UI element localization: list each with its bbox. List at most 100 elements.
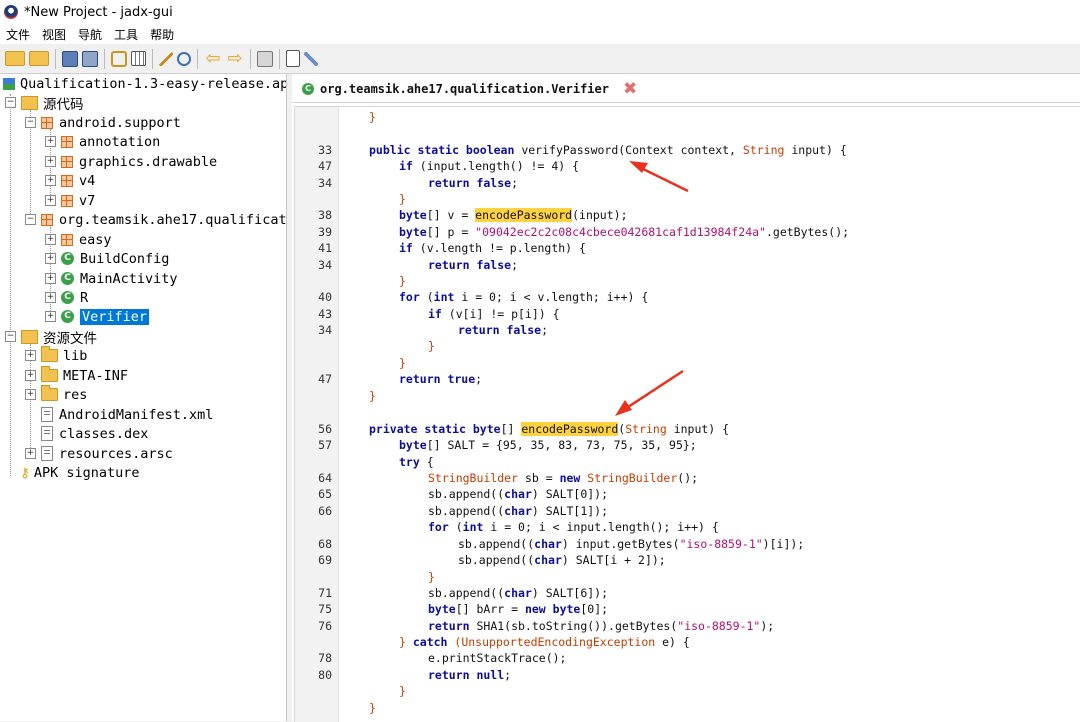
collapse-icon[interactable]: − xyxy=(25,117,36,128)
line-number: 66 xyxy=(318,504,332,518)
line-number: 71 xyxy=(318,586,332,600)
code-token: } xyxy=(369,389,376,403)
expand-icon[interactable]: + xyxy=(25,350,36,361)
tree-package-easy[interactable]: + easy xyxy=(45,230,112,249)
code-token: e) { xyxy=(655,635,690,649)
code-token: return null xyxy=(428,668,505,682)
code-editor[interactable]: 33 47 34 38 39 41 34 40 43 34 47 56 57 6… xyxy=(294,106,1080,722)
tree-file-resources-arsc[interactable]: + resources.arsc xyxy=(25,444,173,463)
tree-package-org-teamsik[interactable]: − org.teamsik.ahe17.qualification xyxy=(25,210,286,229)
tree-package-annotation[interactable]: + annotation xyxy=(45,132,160,151)
folder-label: META-INF xyxy=(63,367,129,384)
expand-icon[interactable]: + xyxy=(45,156,56,167)
code-line: } catch (UnsupportedEncodingException e)… xyxy=(399,634,690,650)
resources-label: 资源文件 xyxy=(43,330,97,347)
code-token: ) SALT[1]); xyxy=(531,504,609,518)
code-token: } xyxy=(399,635,413,649)
tree-package-v7[interactable]: + v7 xyxy=(45,191,95,210)
menu-navigation[interactable]: 导航 xyxy=(78,26,102,43)
code-line: for (int i = 0; i < v.length; i++) { xyxy=(399,289,648,305)
code-line: sb.append((char) SALT[0]); xyxy=(428,486,608,502)
expand-icon[interactable]: + xyxy=(45,273,56,284)
tree-class-buildconfig[interactable]: + C BuildConfig xyxy=(45,249,169,268)
text-search-icon[interactable] xyxy=(159,51,173,66)
code-token: catch xyxy=(412,635,455,649)
apk-signature-label: APK signature xyxy=(33,464,140,481)
tree-root-apk[interactable]: Qualification-1.3-easy-release.apk xyxy=(3,74,286,93)
line-number: 57 xyxy=(318,438,332,452)
code-token: i = 0; i < v.length; i++) { xyxy=(454,290,649,304)
tree-package-graphics-drawable[interactable]: + graphics.drawable xyxy=(45,152,217,171)
class-label: BuildConfig xyxy=(80,250,170,267)
expand-icon[interactable]: + xyxy=(45,195,56,206)
line-number: 76 xyxy=(318,619,332,633)
highlighted-token: encodePassword xyxy=(475,208,573,222)
tree-folder-meta-inf[interactable]: + META-INF xyxy=(25,366,128,385)
code-token: char xyxy=(504,504,532,518)
expand-icon[interactable]: + xyxy=(45,175,56,186)
expand-icon[interactable]: + xyxy=(25,389,36,400)
expand-icon[interactable]: + xyxy=(45,234,56,245)
tree-class-mainactivity[interactable]: + C MainActivity xyxy=(45,269,178,288)
code-line: return true; xyxy=(399,371,482,387)
collapse-icon[interactable]: − xyxy=(5,97,16,108)
log-viewer-icon[interactable] xyxy=(286,50,300,67)
line-number: 65 xyxy=(318,487,332,501)
code-token: if xyxy=(399,159,420,173)
code-token: new byte xyxy=(524,602,581,616)
tree-source-code[interactable]: − 源代码 xyxy=(5,93,84,113)
code-token: ; xyxy=(475,372,483,386)
tab-verifier[interactable]: C org.teamsik.ahe17.qualification.Verifi… xyxy=(296,76,644,102)
collapse-icon[interactable]: − xyxy=(25,214,36,225)
expand-icon[interactable]: + xyxy=(45,253,56,264)
code-token: (); xyxy=(677,471,699,485)
tree-apk-signature[interactable]: ⚷ APK signature xyxy=(20,463,140,482)
code-token: if xyxy=(399,241,420,255)
code-token: verifyPassword(Context context, xyxy=(521,143,743,157)
code-line: sb.append((char) SALT[6]); xyxy=(428,585,608,601)
menu-view[interactable]: 视图 xyxy=(42,26,66,43)
tree-file-classes-dex[interactable]: classes.dex xyxy=(41,424,148,443)
tree-file-manifest[interactable]: AndroidManifest.xml xyxy=(41,405,213,424)
sync-tree-icon[interactable] xyxy=(111,50,127,67)
tree-class-r[interactable]: + C R xyxy=(45,288,88,307)
deobfuscation-icon[interactable] xyxy=(257,50,273,67)
line-number: 75 xyxy=(318,602,332,616)
code-line: byte[] p = "09042ec2c2c08c4cbece042681ca… xyxy=(399,224,849,240)
save-project-icon[interactable] xyxy=(62,50,78,67)
package-label: android.support xyxy=(59,114,181,131)
expand-icon[interactable]: + xyxy=(45,311,56,322)
preferences-icon[interactable] xyxy=(304,51,318,66)
line-number: 47 xyxy=(318,372,332,386)
code-line: } xyxy=(399,191,406,207)
tree-folder-lib[interactable]: + lib xyxy=(25,346,87,365)
collapse-icon[interactable]: − xyxy=(5,331,16,342)
save-all-icon[interactable] xyxy=(82,50,98,67)
code-line: try { xyxy=(399,454,434,470)
menu-help[interactable]: 帮助 xyxy=(150,26,174,43)
tree-package-android-support[interactable]: − android.support xyxy=(25,113,181,132)
add-files-icon[interactable] xyxy=(29,51,49,66)
menu-tools[interactable]: 工具 xyxy=(114,26,138,43)
forward-arrow-icon[interactable]: ⇨ xyxy=(226,49,244,68)
expand-icon[interactable]: + xyxy=(25,370,36,381)
tree-package-v4[interactable]: + v4 xyxy=(45,171,95,190)
folder-label: res xyxy=(63,386,88,403)
expand-icon[interactable]: + xyxy=(45,292,56,303)
menu-file[interactable]: 文件 xyxy=(6,26,30,43)
file-label: resources.arsc xyxy=(59,445,173,462)
back-arrow-icon[interactable]: ⇦ xyxy=(204,49,222,68)
code-line: return false; xyxy=(458,322,548,338)
code-line: private static byte[] encodePassword(Str… xyxy=(369,421,729,437)
close-icon[interactable]: ✖ xyxy=(623,79,637,99)
tree-folder-res[interactable]: + res xyxy=(25,385,87,404)
expand-icon[interactable]: + xyxy=(25,448,36,459)
tree-class-verifier[interactable]: + C Verifier xyxy=(45,307,150,326)
flat-packages-icon[interactable] xyxy=(131,51,146,66)
class-search-icon[interactable] xyxy=(177,51,191,66)
package-icon xyxy=(61,135,73,148)
open-folder-icon[interactable] xyxy=(5,51,25,66)
tree-resources[interactable]: − 资源文件 xyxy=(5,327,97,347)
expand-icon[interactable]: + xyxy=(45,136,56,147)
code-token: SHA1(sb.toString()).getBytes( xyxy=(476,619,678,633)
